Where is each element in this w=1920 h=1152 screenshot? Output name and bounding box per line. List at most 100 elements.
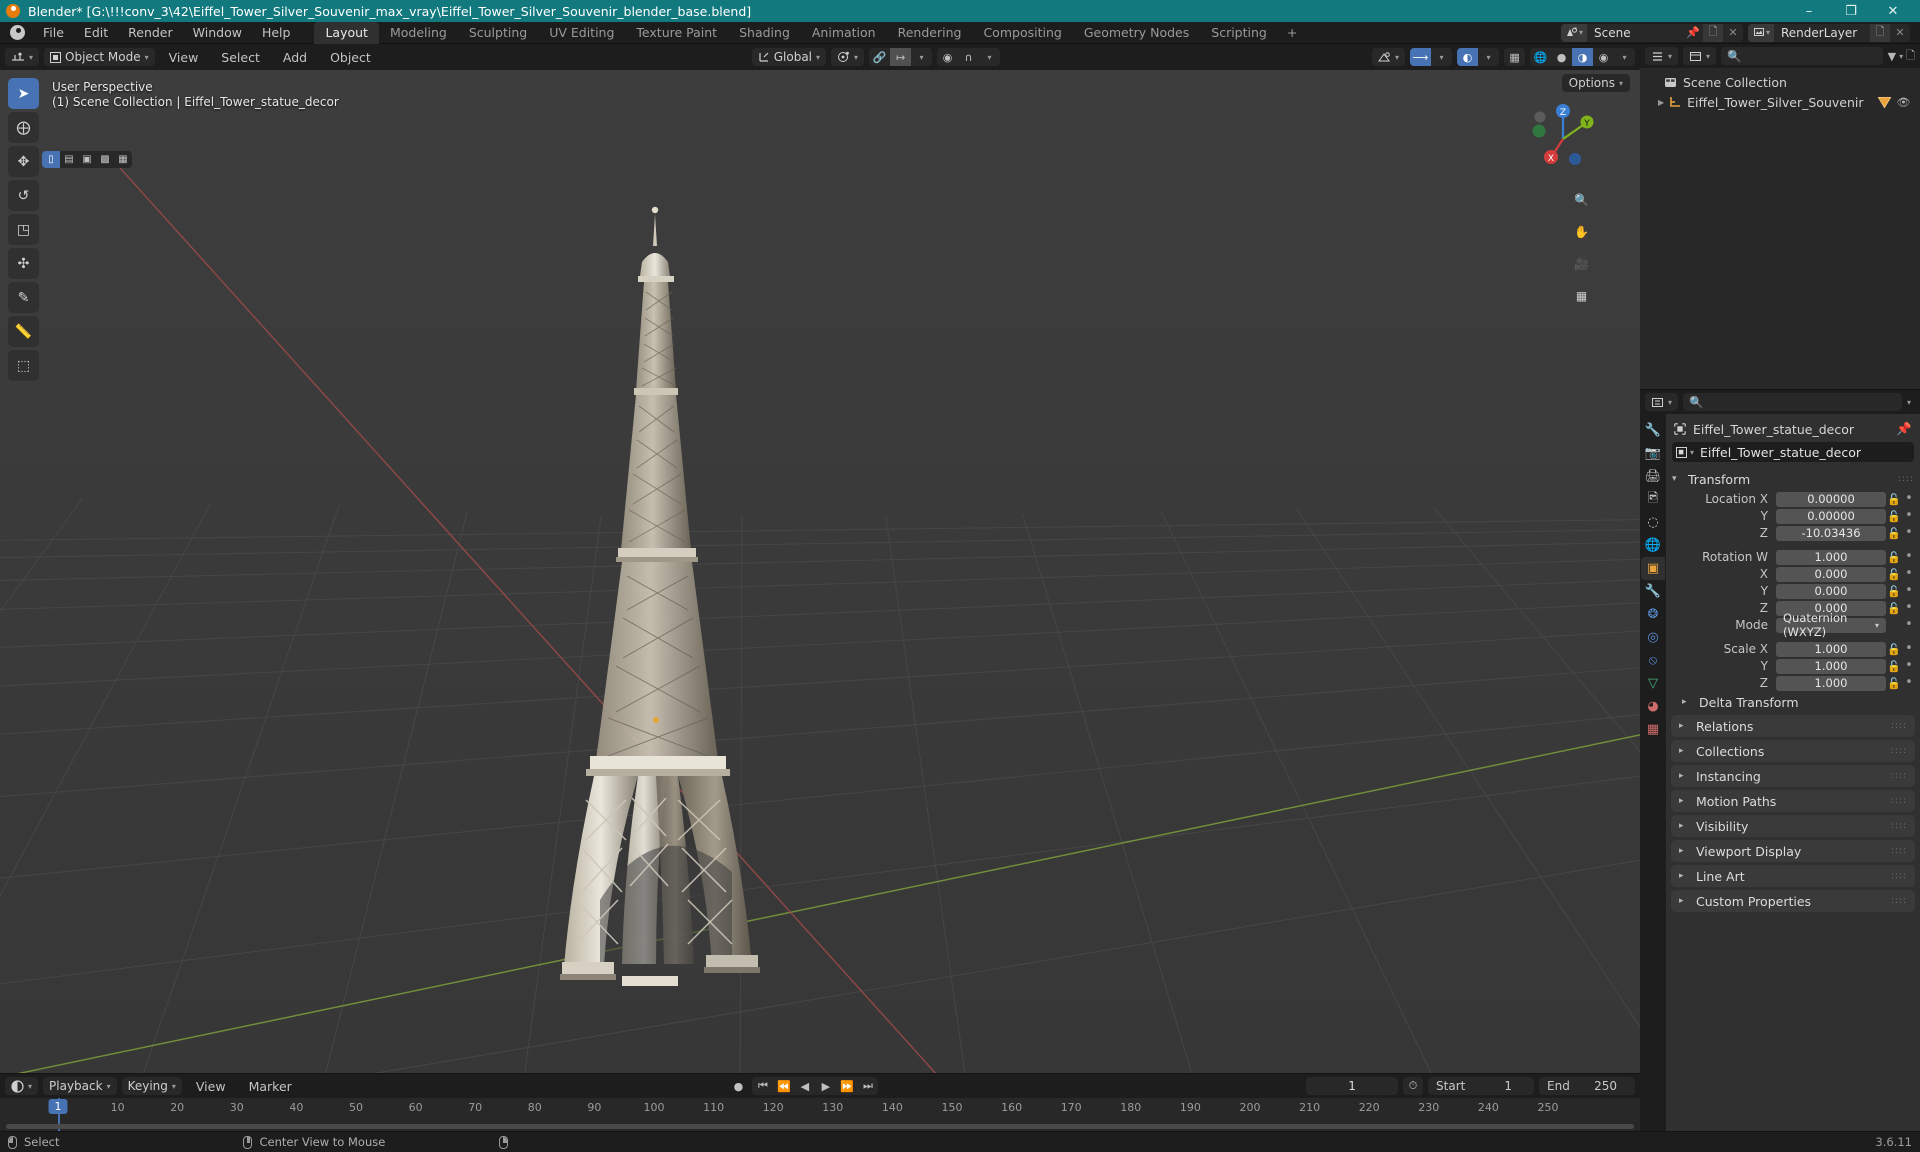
lock-icon[interactable]: 🔓 [1886,510,1902,523]
zoom-nav-button[interactable]: 🔍 [1570,188,1593,211]
filter-icon[interactable]: ▼ [1888,50,1896,63]
move-tool[interactable]: ✥ [8,146,39,177]
maximize-button[interactable]: ❐ [1830,0,1872,22]
lock-icon[interactable]: 🔓 [1886,677,1902,690]
snap-type-button[interactable]: ↦ [890,48,912,66]
object-name-field[interactable]: ▾ Eiffel_Tower_statue_decor [1672,442,1914,462]
animate-icon[interactable]: • [1902,526,1916,539]
properties-editor-type-button[interactable]: ▾ [1645,393,1679,411]
rotate-tool[interactable]: ↺ [8,180,39,211]
animate-icon[interactable]: • [1902,550,1916,563]
mode-selector[interactable]: Object Mode ▾ [44,48,155,66]
material-preview-shading-button[interactable]: ◑ [1572,48,1594,66]
tab-shading[interactable]: Shading [728,22,801,44]
minimize-button[interactable]: – [1788,0,1830,22]
outliner-row-scene-collection[interactable]: Scene Collection [1640,72,1920,92]
tweak-tool[interactable]: ➤ [8,78,39,109]
lock-icon[interactable]: 🔓 [1886,643,1902,656]
transform-tool[interactable]: ✣ [8,248,39,279]
play-button[interactable]: ▶ [815,1077,836,1095]
play-reverse-button[interactable]: ◀ [794,1077,815,1095]
animate-icon[interactable]: • [1902,509,1916,522]
show-overlays-button[interactable]: ◐ [1457,48,1479,66]
rendered-shading-button[interactable]: ◉ [1593,48,1614,66]
panel-visibility[interactable]: ▸ Visibility :::: [1671,815,1915,837]
rotation-x-input[interactable]: 0.000 [1776,566,1886,582]
new-scene-button[interactable]: 🗋 [1703,23,1723,42]
panel-line-art[interactable]: ▸ Line Art :::: [1671,865,1915,887]
rotation-mode-select[interactable]: Quaternion (WXYZ) ▾ [1776,611,1886,639]
animate-icon[interactable]: • [1902,642,1916,655]
location-y-input[interactable]: 0.00000 [1776,508,1886,524]
data-tab[interactable]: ▽ [1641,672,1665,695]
select-box-icon[interactable]: ▯ [42,151,60,168]
outliner-search-input[interactable]: 🔍 [1721,47,1883,65]
menu-window[interactable]: Window [183,23,252,42]
camera-nav-button[interactable]: 🎥 [1570,252,1593,275]
modifier-tab[interactable]: 🔧 [1641,580,1665,603]
panel-viewport-display[interactable]: ▸ Viewport Display :::: [1671,840,1915,862]
tab-compositing[interactable]: Compositing [972,22,1072,44]
tab-modeling[interactable]: Modeling [379,22,458,44]
physics-tab[interactable]: ◎ [1641,626,1665,649]
material-tab[interactable]: ◕ [1641,695,1665,718]
toggle-xray-button[interactable]: ▦ [1504,48,1525,66]
object-tab[interactable]: ▣ [1641,557,1665,580]
world-tab[interactable]: 🌐 [1641,534,1665,557]
auto-keying-button[interactable]: ● [728,1077,748,1095]
pin-icon[interactable]: 📌 [1896,421,1912,437]
timeline-menu-marker[interactable]: Marker [240,1077,301,1096]
lock-icon[interactable]: 🔓 [1886,660,1902,673]
panel-instancing[interactable]: ▸ Instancing :::: [1671,765,1915,787]
end-frame-field[interactable]: End 250 [1539,1077,1636,1095]
outliner-row-object[interactable]: ▶ Eiffel_Tower_Silver_Souvenir 👁 📷 [1640,92,1920,112]
pan-nav-button[interactable]: ✋ [1570,220,1593,243]
tab-texture-paint[interactable]: Texture Paint [625,22,728,44]
transform-panel-header[interactable]: ▾ Transform :::: [1666,468,1920,490]
disclosure-icon[interactable]: ▶ [1658,98,1664,107]
scale-y-input[interactable]: 1.000 [1776,658,1886,674]
prev-keyframe-button[interactable]: ⏪ [773,1077,794,1095]
render-tab[interactable]: 📷 [1641,442,1665,465]
viewport-menu-object[interactable]: Object [321,48,380,67]
lock-icon[interactable]: 🔓 [1886,585,1902,598]
output-tab[interactable]: 🖨 [1641,465,1665,488]
location-x-input[interactable]: 0.00000 [1776,491,1886,507]
menu-render[interactable]: Render [118,23,183,42]
new-viewlayer-button[interactable]: 🗋 [1870,23,1890,42]
options-button[interactable]: Options ▾ [1561,74,1630,92]
lock-icon[interactable]: 🔓 [1886,551,1902,564]
constraints-tab[interactable]: ⦸ [1641,649,1665,672]
timeline-scrollbar[interactable] [6,1124,1634,1129]
particles-tab[interactable]: ❂ [1641,603,1665,626]
animate-icon[interactable]: • [1902,567,1916,580]
timeline-editor-type-button[interactable]: ▾ [5,1077,39,1095]
add-workspace-button[interactable]: + [1278,22,1306,44]
solid-shading-button[interactable]: ● [1551,48,1572,66]
transform-orientation-selector[interactable]: Global ▾ [751,48,827,66]
jump-end-button[interactable]: ⏭ [857,1077,878,1095]
tab-rendering[interactable]: Rendering [887,22,973,44]
scale-z-input[interactable]: 1.000 [1776,675,1886,691]
location-z-input[interactable]: -10.03436 [1776,525,1886,541]
proportional-edit-icon[interactable]: ◉ [937,48,958,66]
tool-tab[interactable]: 🔧 [1641,419,1665,442]
panel-collections[interactable]: ▸ Collections :::: [1671,740,1915,762]
timeline-menu-view[interactable]: View [187,1077,235,1096]
menu-file[interactable]: File [33,23,74,42]
lock-icon[interactable]: 🔓 [1886,568,1902,581]
menu-help[interactable]: Help [252,23,301,42]
current-frame-field[interactable]: 1 [1306,1077,1399,1095]
scene-tab[interactable]: ◌ [1641,511,1665,534]
jump-start-button[interactable]: ⏮ [752,1077,773,1095]
select-extend-icon[interactable]: ▤ [60,151,78,168]
tab-uv-editing[interactable]: UV Editing [538,22,625,44]
delta-transform-subpanel[interactable]: ▸ Delta Transform [1666,692,1920,712]
show-gizmo-button[interactable]: ⟶ [1410,48,1432,66]
viewport-menu-select[interactable]: Select [212,48,269,67]
select-subtract-icon[interactable]: ▣ [78,151,96,168]
keying-menu[interactable]: Keying ▾ [121,1077,182,1095]
visibility-selector[interactable]: ▾ [1372,48,1406,66]
properties-content[interactable]: Eiffel_Tower_statue_decor 📌 ▾ Eiffel_Tow… [1666,414,1920,1131]
snap-magnet-icon[interactable]: 🔗 [869,48,890,66]
